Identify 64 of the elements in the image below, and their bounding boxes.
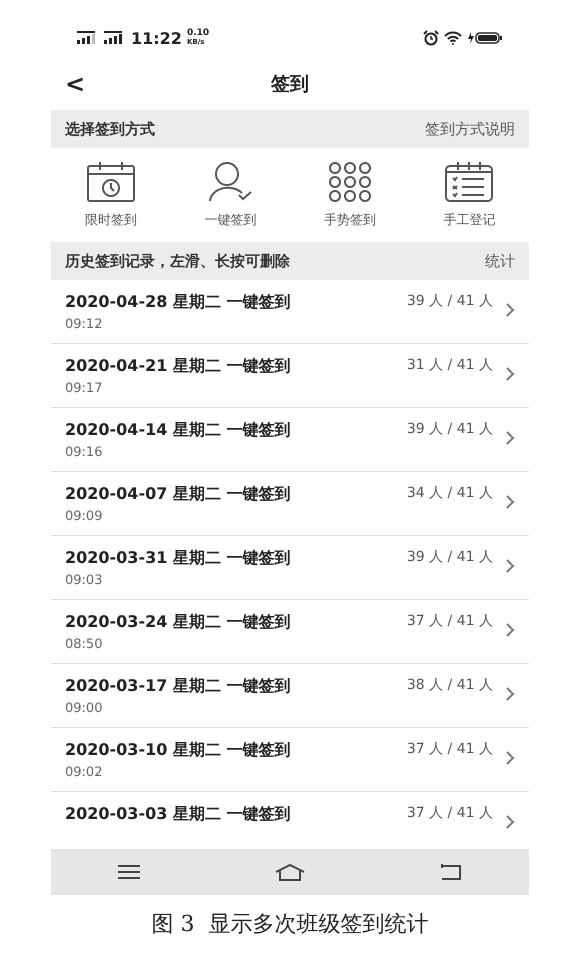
help-link[interactable]: 签到方式说明 [425,120,515,138]
battery-icon [467,31,503,45]
alarm-icon [423,30,439,46]
figure-caption: 图 3 显示多次班级签到统计 [150,911,430,939]
record-row[interactable]: 2020-04-21 星期二 一键签到 09:17 31 人 / 41 人 [51,344,529,408]
attendance-count: 39 人 / 41 人 [406,420,493,438]
chevron-icon [505,494,515,510]
statistics-link[interactable]: 统计 [485,252,515,270]
attendance-count: 37 人 / 41 人 [406,804,493,822]
record-time: 09:09 [65,509,104,524]
record-row[interactable]: 2020-03-31 星期二 一键签到 09:03 39 人 / 41 人 [51,536,529,600]
record-title: 2020-03-24 星期二 一键签到 [65,612,292,633]
record-time: 09:12 [65,317,104,332]
record-title: 2020-03-10 星期二 一键签到 [65,740,292,761]
record-title: 2020-04-28 星期二 一键签到 [65,292,292,313]
method-label[interactable]: 手势签到 [324,211,376,229]
status-time: 11:22 [131,28,182,48]
attendance-count: 39 人 / 41 人 [406,292,493,310]
method-label[interactable]: 手工登记 [443,211,496,229]
chevron-icon [505,430,515,446]
chevron-icon [505,302,515,318]
record-time: 09:03 [65,573,104,588]
chevron-icon [505,366,515,382]
record-title: 2020-04-14 星期二 一键签到 [65,420,292,441]
record-row[interactable]: 2020-03-10 星期二 一键签到 09:02 37 人 / 41 人 [51,728,529,792]
record-title: 2020-03-17 星期二 一键签到 [65,676,292,697]
page-title: 签到 [271,72,309,97]
record-time: 09:17 [65,381,104,396]
attendance-count: 38 人 / 41 人 [406,676,493,694]
home-icon[interactable] [274,863,306,881]
record-title: 2020-03-31 星期二 一键签到 [65,548,292,569]
attendance-count: 31 人 / 41 人 [406,356,493,374]
attendance-count: 37 人 / 41 人 [406,740,493,758]
chevron-icon [505,750,515,766]
record-title: 2020-03-03 星期二 一键签到 [65,804,292,825]
back-icon[interactable] [440,863,462,881]
record-time: 08:50 [65,637,104,652]
chevron-icon [505,622,515,638]
record-row[interactable]: 2020-04-28 星期二 一键签到 09:12 39 人 / 41 人 [51,280,529,344]
method-label[interactable]: 限时签到 [84,211,137,229]
method-label[interactable]: 一键签到 [204,211,256,229]
record-row[interactable]: 2020-03-17 星期二 一键签到 09:00 38 人 / 41 人 [51,664,529,728]
record-title: 2020-04-07 星期二 一键签到 [65,484,292,505]
wifi-icon [444,31,462,45]
menu-icon[interactable] [118,864,140,880]
record-time: 09:02 [65,765,104,780]
attendance-count: 34 人 / 41 人 [406,484,493,502]
checklist-icon[interactable] [444,161,494,203]
attendance-count: 39 人 / 41 人 [406,548,493,566]
record-time: 09:00 [65,701,104,716]
record-row[interactable]: 2020-03-24 星期二 一键签到 08:50 37 人 / 41 人 [51,600,529,664]
calendar-clock-icon[interactable] [86,161,136,203]
chevron-icon [505,686,515,702]
record-row[interactable]: 2020-04-14 星期二 一键签到 09:16 39 人 / 41 人 [51,408,529,472]
section-title: 选择签到方式 [65,120,155,138]
attendance-count: 37 人 / 41 人 [406,612,493,630]
record-time: 09:16 [65,445,104,460]
section-title: 历史签到记录，左滑、长按可删除 [65,252,290,270]
record-title: 2020-04-21 星期二 一键签到 [65,356,292,377]
chevron-icon [505,814,515,830]
network-speed: 0.10 [186,29,210,38]
back-button[interactable]: < [65,70,86,98]
chevron-icon [505,558,515,574]
record-row[interactable]: 2020-04-07 星期二 一键签到 09:09 34 人 / 41 人 [51,472,529,536]
